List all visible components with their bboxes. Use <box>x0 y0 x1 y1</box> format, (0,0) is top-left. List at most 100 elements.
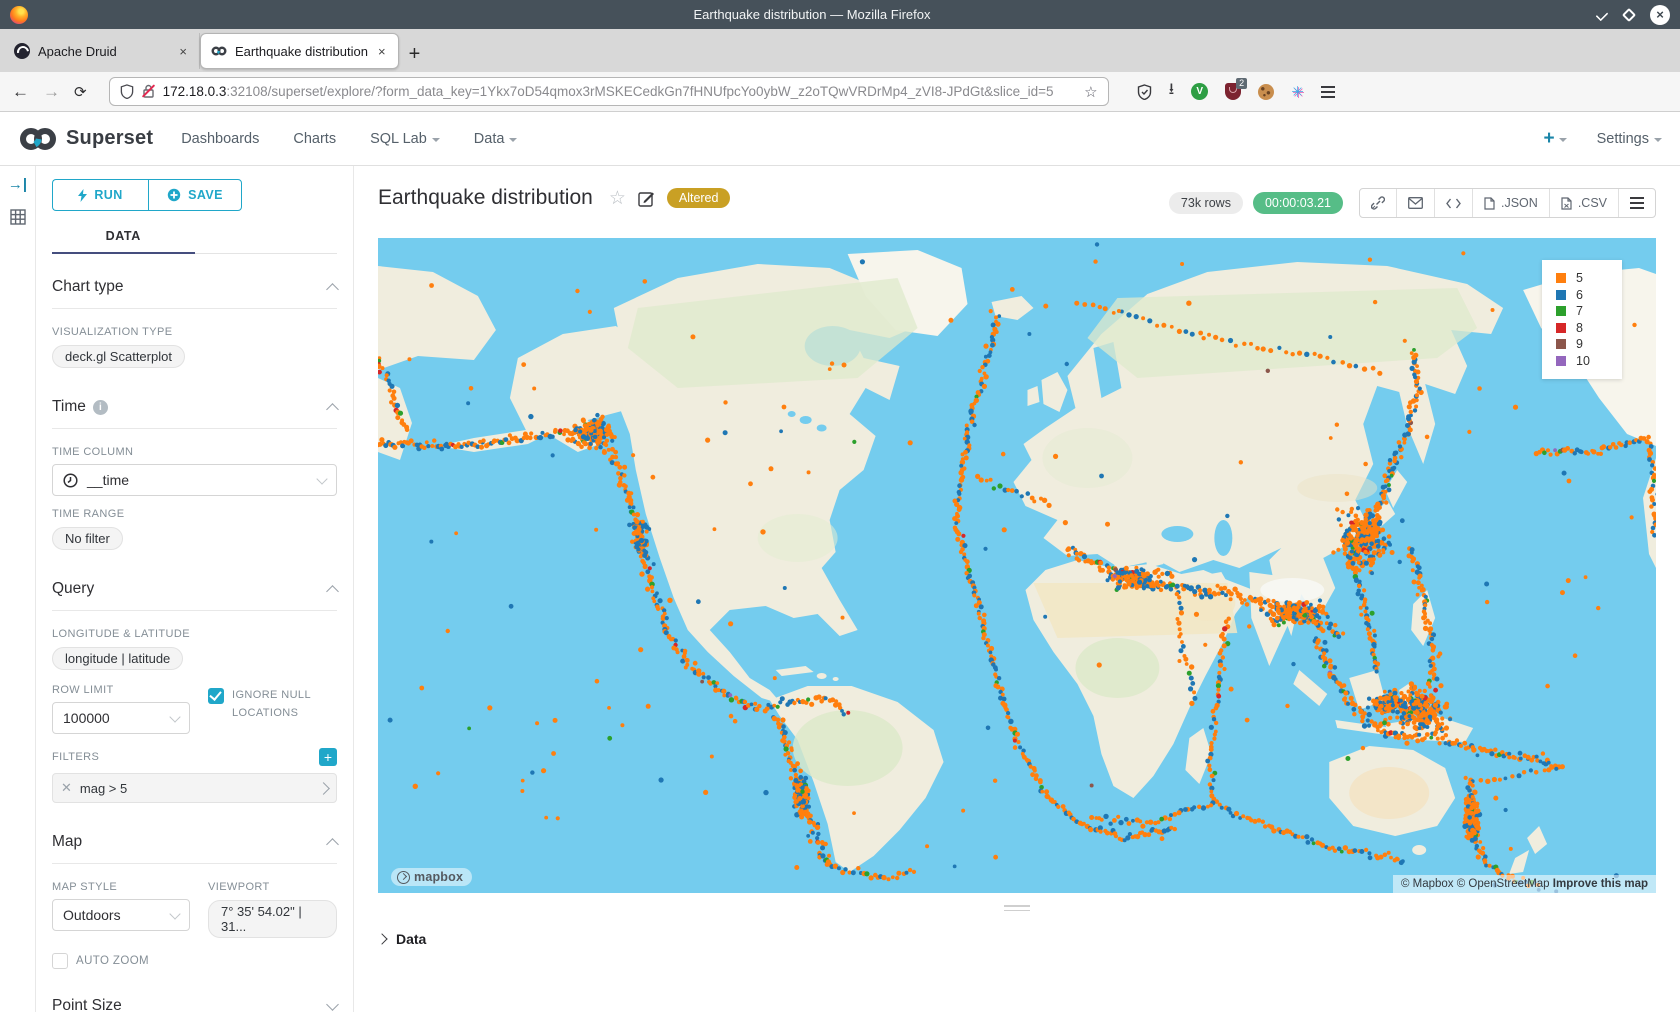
embed-code-button[interactable] <box>1435 189 1473 217</box>
csv-file-icon <box>1561 197 1572 210</box>
auto-zoom-row[interactable]: AUTO ZOOM <box>52 952 337 969</box>
permissions-shield-icon[interactable] <box>1137 84 1152 100</box>
downloads-icon[interactable]: ⭳ <box>1169 78 1175 105</box>
nav-item-charts[interactable]: Charts <box>293 131 336 147</box>
cookie-extension-icon[interactable] <box>1258 84 1274 100</box>
clock-icon <box>63 473 78 488</box>
legend-swatch <box>1556 339 1566 349</box>
settings-menu[interactable]: Settings <box>1597 131 1662 147</box>
bookmark-star-icon[interactable]: ☆ <box>1084 83 1097 101</box>
nav-item-dashboards[interactable]: Dashboards <box>181 131 259 147</box>
map-style-select[interactable]: Outdoors <box>52 899 190 931</box>
email-button[interactable] <box>1397 189 1435 217</box>
run-button[interactable]: RUN <box>52 179 148 211</box>
legend-swatch <box>1556 306 1566 316</box>
data-panel-toggle[interactable]: Data <box>378 931 426 947</box>
tab-earthquake-distribution[interactable]: Earthquake distribution × <box>200 33 399 69</box>
viewport-pill[interactable]: 7° 35' 54.02" | 31... <box>208 900 337 938</box>
sparkle-extension-icon[interactable]: ✳ <box>1291 83 1304 101</box>
legend-swatch <box>1556 323 1566 333</box>
map-attribution: © Mapbox © OpenStreetMap Improve this ma… <box>1393 875 1656 893</box>
reload-icon[interactable]: ⟳ <box>74 83 87 101</box>
viz-type-label: VISUALIZATION TYPE <box>52 326 337 338</box>
map-style-value: Outdoors <box>63 907 121 923</box>
window-close-icon[interactable]: × <box>1650 5 1670 25</box>
tracking-protection-shield-icon[interactable] <box>120 84 134 99</box>
legend-item: 10 <box>1556 353 1622 370</box>
filter-remove-icon[interactable]: ✕ <box>61 780 72 796</box>
improve-map-link[interactable]: Improve this map <box>1553 878 1648 890</box>
chevron-down-icon <box>1559 138 1567 142</box>
back-icon[interactable]: ← <box>12 82 29 102</box>
export-csv-button[interactable]: .CSV <box>1550 189 1619 217</box>
auto-zoom-checkbox[interactable] <box>52 953 68 969</box>
resize-drag-handle[interactable] <box>1004 905 1030 911</box>
mapbox-logo[interactable]: mapbox <box>391 868 472 886</box>
druid-favicon-icon <box>14 43 30 59</box>
chart-menu-button[interactable] <box>1619 189 1655 217</box>
url-text[interactable]: 172.18.0.3:32108/superset/explore/?form_… <box>163 84 1077 99</box>
tab-title: Earthquake distribution <box>235 44 368 59</box>
legend-swatch <box>1556 290 1566 300</box>
url-bar[interactable]: 172.18.0.3:32108/superset/explore/?form_… <box>109 77 1109 106</box>
filters-label: FILTERS <box>52 751 319 763</box>
info-icon: i <box>93 400 108 415</box>
legend-item: 5 <box>1556 270 1622 287</box>
nav-item-data[interactable]: Data <box>474 131 518 147</box>
tab-data[interactable]: DATA <box>52 221 195 254</box>
section-point-size[interactable]: Point Size <box>52 997 337 1012</box>
lonlat-pill[interactable]: longitude | latitude <box>52 647 183 670</box>
new-object-button[interactable]: + <box>1543 128 1566 150</box>
filter-expand-icon[interactable] <box>317 782 330 795</box>
insecure-lock-icon[interactable] <box>142 84 155 99</box>
tab-apache-druid[interactable]: Apache Druid × <box>4 33 200 69</box>
extension-icons: ⭳ V 2 ✳ <box>1137 78 1335 105</box>
query-timer-badge: 00:00:03.21 <box>1253 192 1343 214</box>
forward-icon[interactable]: → <box>43 82 60 102</box>
window-title: Earthquake distribution — Mozilla Firefo… <box>28 7 1596 22</box>
brand-name: Superset <box>66 127 153 150</box>
new-tab-icon[interactable]: + <box>409 43 421 66</box>
extension-green-icon[interactable]: V <box>1191 83 1208 100</box>
share-link-button[interactable] <box>1360 189 1397 217</box>
section-chart-type[interactable]: Chart type <box>52 278 337 309</box>
export-json-button[interactable]: .JSON <box>1473 189 1550 217</box>
collapse-panel-icon[interactable]: →| <box>8 176 27 193</box>
save-button[interactable]: SAVE <box>148 179 242 211</box>
time-column-label: TIME COLUMN <box>52 446 337 458</box>
window-minimize-icon[interactable] <box>1596 8 1609 21</box>
row-limit-select[interactable]: 100000 <box>52 702 190 734</box>
deckgl-map[interactable]: 5 6 7 8 9 10 mapbox © Mapbox © OpenStree… <box>378 238 1656 893</box>
tab-close-icon[interactable]: × <box>376 44 388 59</box>
panel-tabs: DATA <box>52 221 337 254</box>
section-map[interactable]: Map <box>52 833 337 864</box>
ignore-null-checkbox[interactable] <box>208 688 224 704</box>
filter-chip[interactable]: ✕ mag > 5 <box>52 773 337 803</box>
section-time[interactable]: Time i <box>52 398 337 429</box>
select-caret-icon <box>169 908 180 919</box>
legend-item: 8 <box>1556 320 1622 337</box>
time-range-pill[interactable]: No filter <box>52 527 123 550</box>
tab-title: Apache Druid <box>38 44 169 59</box>
legend-swatch <box>1556 273 1566 283</box>
add-filter-button[interactable]: + <box>319 748 337 766</box>
menu-icon[interactable] <box>1321 86 1335 98</box>
tab-close-icon[interactable]: × <box>177 44 189 59</box>
section-query[interactable]: Query <box>52 580 337 611</box>
run-bolt-icon <box>78 189 87 202</box>
chevron-up-icon <box>326 838 339 851</box>
superset-logo-icon <box>18 126 58 152</box>
superset-brand[interactable]: Superset <box>18 126 153 152</box>
map-legend: 5 6 7 8 9 10 <box>1542 260 1622 379</box>
dataset-grid-icon[interactable] <box>10 209 26 225</box>
legend-item: 6 <box>1556 287 1622 304</box>
adblock-shield-icon[interactable]: 2 <box>1225 83 1241 100</box>
ignore-null-checkbox-row[interactable]: IGNORE NULL LOCATIONS <box>208 687 337 722</box>
viz-type-pill[interactable]: deck.gl Scatterplot <box>52 345 185 368</box>
nav-item-sql-lab[interactable]: SQL Lab <box>370 131 440 147</box>
favorite-star-icon[interactable]: ☆ <box>609 187 626 210</box>
window-maximize-icon[interactable] <box>1622 7 1636 21</box>
url-host: 172.18.0.3 <box>163 84 227 99</box>
time-column-select[interactable]: __time <box>52 464 337 496</box>
edit-icon[interactable] <box>638 190 655 207</box>
